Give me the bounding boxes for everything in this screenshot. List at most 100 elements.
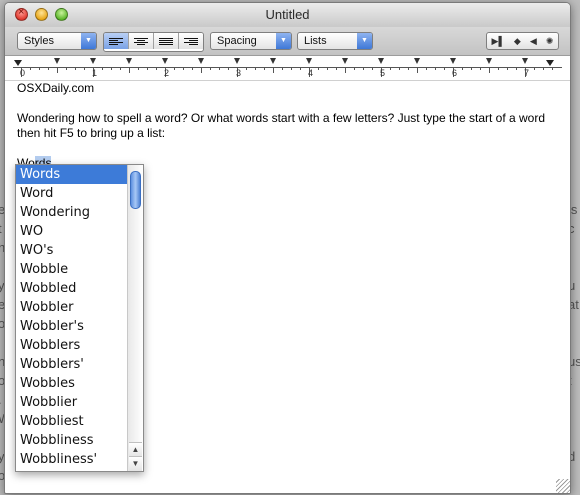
first-icon[interactable]: ▶▌ <box>492 36 505 47</box>
tab-stop[interactable] <box>234 58 240 64</box>
tab-stops <box>5 58 570 66</box>
ruler-tick <box>30 67 31 70</box>
align-left-button[interactable] <box>104 33 129 49</box>
ruler-tick <box>498 67 499 70</box>
ruler-number: 6 <box>452 68 458 78</box>
ruler-tick <box>201 67 202 73</box>
ruler-tick <box>345 67 346 73</box>
ruler-tick <box>84 67 85 70</box>
tab-stop[interactable] <box>450 58 456 64</box>
completion-item[interactable]: Wobble <box>16 260 128 279</box>
completion-item[interactable]: Wobblier <box>16 393 128 412</box>
tab-stop[interactable] <box>522 58 528 64</box>
completion-item[interactable]: Wobblers <box>16 336 128 355</box>
prev-icon[interactable]: ◀ <box>530 36 537 47</box>
tab-stop[interactable] <box>486 58 492 64</box>
ruler-tick <box>273 67 274 73</box>
tab-stop[interactable] <box>198 58 204 64</box>
diamond-icon[interactable]: ◆ <box>514 36 521 47</box>
completion-item[interactable]: Wobbliness <box>16 431 128 450</box>
ruler-tick <box>219 67 220 70</box>
ruler-tick <box>507 67 508 70</box>
ruler-tick <box>516 67 517 70</box>
tab-stop[interactable] <box>270 58 276 64</box>
tab-stop[interactable] <box>54 58 60 64</box>
completion-item[interactable]: Words <box>16 165 128 184</box>
tab-stop[interactable] <box>306 58 312 64</box>
styles-popup[interactable]: Styles ▼ <box>17 32 97 50</box>
ruler-tick <box>48 67 49 70</box>
completion-item[interactable]: Word <box>16 184 128 203</box>
ruler-tick <box>228 67 229 70</box>
resize-grip[interactable] <box>556 479 570 493</box>
ruler-tick <box>138 67 139 70</box>
spacing-popup[interactable]: Spacing ▼ <box>210 32 292 50</box>
ruler-tick <box>102 67 103 70</box>
ruler-tick <box>129 67 130 73</box>
tab-stop[interactable] <box>414 58 420 64</box>
completion-popup: Words Word Wondering WO WO's Wobble Wobbled Wob… <box>15 164 144 472</box>
ruler-tick <box>489 67 490 73</box>
justify-icon <box>159 37 173 45</box>
ruler-tick <box>192 67 193 70</box>
completion-item[interactable]: Wondering <box>16 203 128 222</box>
completion-item[interactable]: Wobbles <box>16 374 128 393</box>
completion-item[interactable]: WO <box>16 222 128 241</box>
scroll-up-icon[interactable]: ▲ <box>129 442 142 457</box>
ruler-tick <box>66 67 67 70</box>
tab-stop[interactable] <box>378 58 384 64</box>
ruler-tick <box>354 67 355 70</box>
chevron-down-icon: ▼ <box>81 33 96 49</box>
completion-item[interactable]: Wobbliness' <box>16 450 128 469</box>
ruler-tick <box>183 67 184 70</box>
ruler-number: 5 <box>380 68 386 78</box>
align-center-button[interactable] <box>129 33 154 49</box>
ruler-tick <box>282 67 283 70</box>
ruler-number: 3 <box>236 68 242 78</box>
ruler-tick <box>210 67 211 70</box>
tab-stop[interactable] <box>162 58 168 64</box>
ruler-tick <box>75 67 76 70</box>
align-right-button[interactable] <box>179 33 203 49</box>
justify-button[interactable] <box>154 33 179 49</box>
lists-popup-label: Lists <box>304 35 327 47</box>
scrollbar-thumb[interactable] <box>130 171 141 209</box>
ruler-tick <box>399 67 400 70</box>
ruler-tick <box>462 67 463 70</box>
ruler-tick <box>291 67 292 70</box>
ruler-tick <box>426 67 427 70</box>
tab-stop[interactable] <box>126 58 132 64</box>
lists-popup[interactable]: Lists ▼ <box>297 32 373 50</box>
completion-item[interactable]: Wobbled <box>16 279 128 298</box>
completion-item[interactable]: WO's <box>16 241 128 260</box>
completion-item[interactable]: Wobbliest <box>16 412 128 431</box>
styles-popup-label: Styles <box>24 35 54 47</box>
settings-icon[interactable]: ✺ <box>546 36 554 47</box>
scroll-down-icon[interactable]: ▼ <box>129 456 142 471</box>
ruler-tick <box>480 67 481 70</box>
ruler-tick <box>318 67 319 70</box>
completion-item[interactable]: Wobbler <box>16 298 128 317</box>
ruler-number: 1 <box>92 68 98 78</box>
ruler-tick <box>390 67 391 70</box>
ruler-tick <box>435 67 436 70</box>
format-toolbar: Styles ▼ Spacing ▼ Lists ▼ ▶▌ ◆ ◀ ✺ <box>5 27 570 56</box>
spacing-popup-label: Spacing <box>217 35 257 47</box>
completion-item[interactable]: Wobbler's <box>16 317 128 336</box>
ruler-tick <box>543 67 544 70</box>
ruler-tick <box>246 67 247 70</box>
ruler-tick <box>471 67 472 70</box>
ruler-tick <box>111 67 112 70</box>
align-left-icon <box>109 37 123 45</box>
completion-item[interactable]: Wobblers' <box>16 355 128 374</box>
tab-stop[interactable] <box>90 58 96 64</box>
ruler-tick <box>327 67 328 70</box>
ruler-tick <box>174 67 175 70</box>
tab-stop[interactable] <box>342 58 348 64</box>
ruler-number: 4 <box>308 68 314 78</box>
completion-scrollbar[interactable]: ▲ ▼ <box>127 165 143 471</box>
ruler-tick <box>264 67 265 70</box>
ruler-number: 7 <box>524 68 530 78</box>
title-bar[interactable]: Untitled <box>5 3 570 27</box>
ruler[interactable]: 0 1 2 3 4 5 6 7 <box>5 56 570 81</box>
